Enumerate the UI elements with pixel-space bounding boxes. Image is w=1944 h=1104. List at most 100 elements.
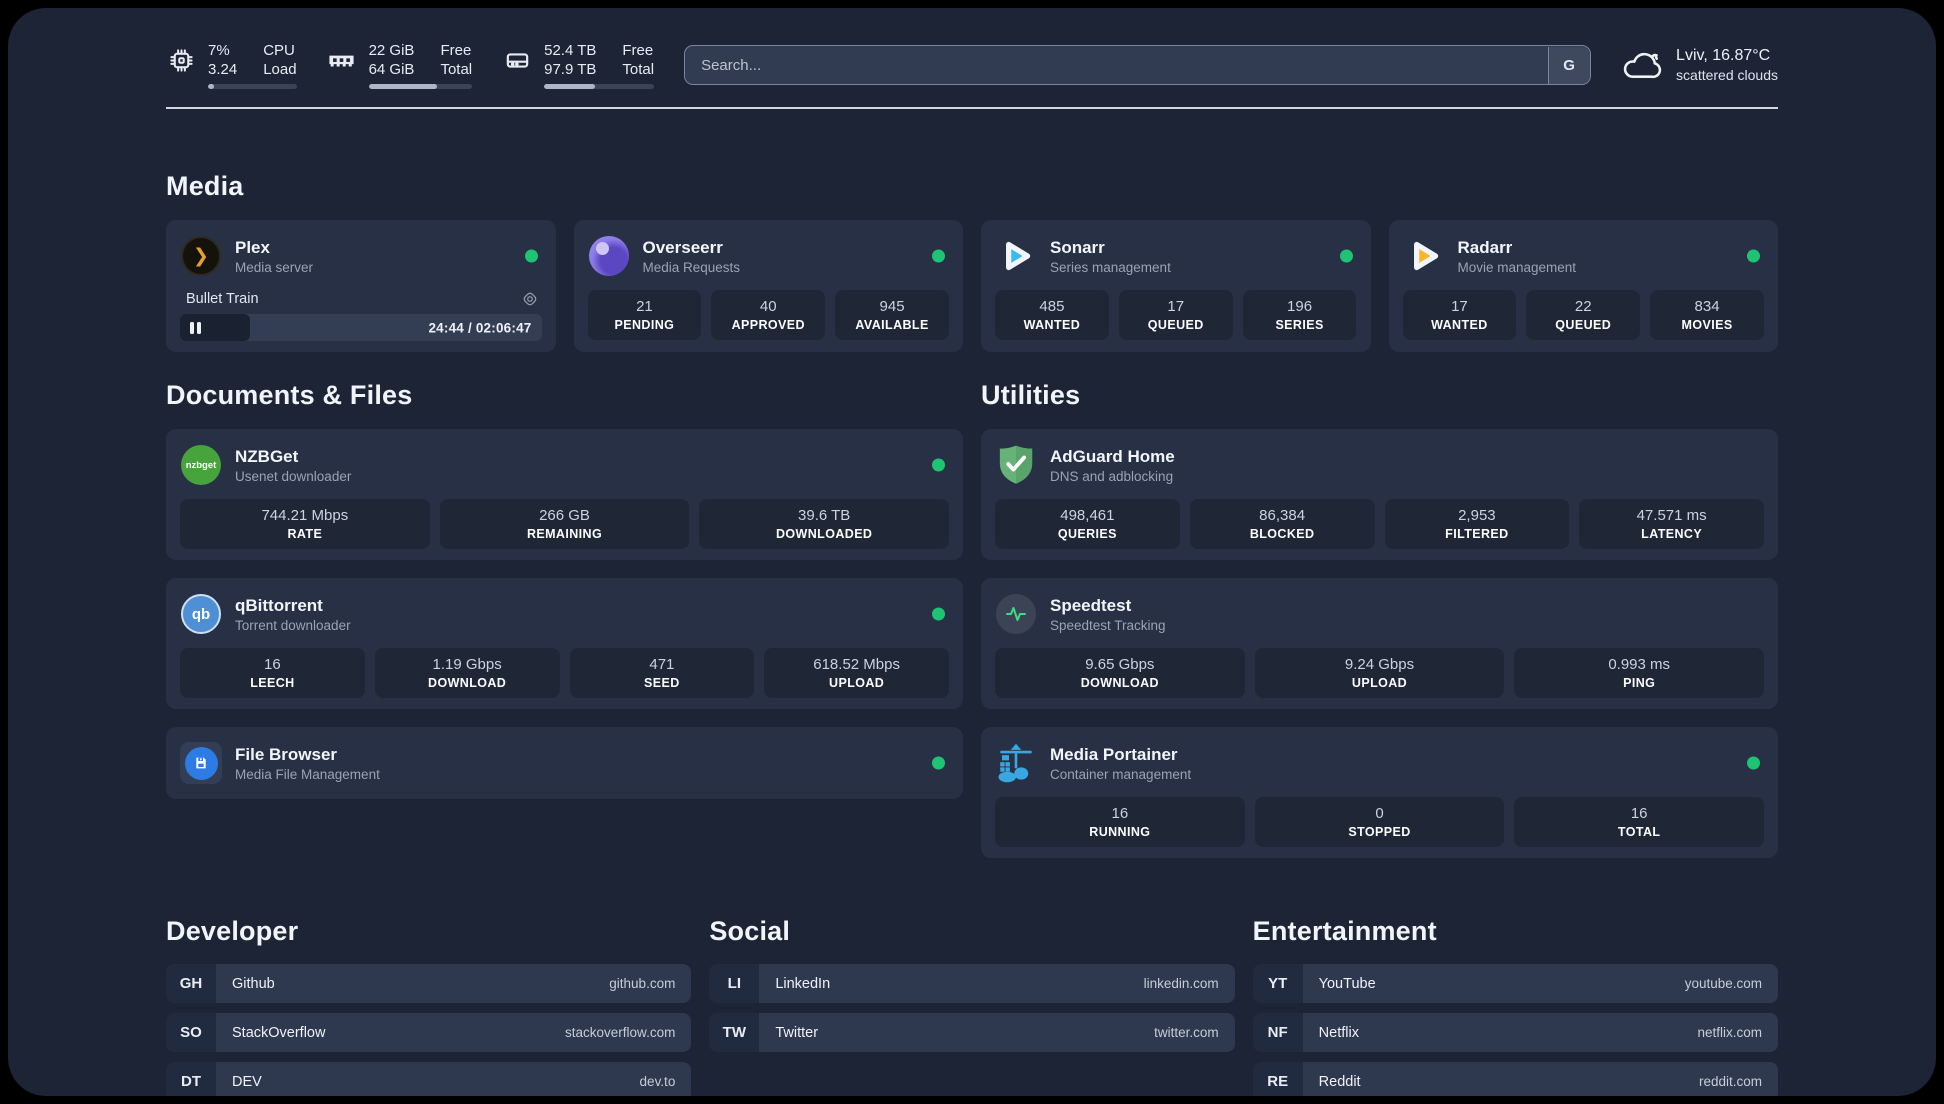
ram-free-label: Free: [440, 42, 472, 59]
app-card-nzbget[interactable]: nzbget NZBGet Usenet downloader 744.21 M…: [166, 429, 963, 560]
status-dot-online: [932, 756, 945, 770]
app-name: NZBGet: [235, 446, 299, 466]
weather-location-temp: Lviv, 16.87°C: [1676, 47, 1771, 64]
plex-now-playing: Bullet Train 24:44 / 02:06:47: [180, 289, 542, 341]
app-card-adguard[interactable]: AdGuard Home DNS and adblocking 498,461 Q…: [981, 429, 1778, 560]
disk-widget: 52.4 TB 97.9 TB Free Total: [502, 41, 655, 89]
bookmark-url: dev.to: [639, 1074, 676, 1089]
disk-total-label: Total: [622, 61, 655, 78]
ram-widget: 22 GiB 64 GiB Free Total: [327, 41, 473, 89]
stat-remaining: 266 GB REMAINING: [439, 499, 690, 549]
plex-icon: ❯: [180, 235, 222, 277]
app-name: Media Portainer: [1050, 744, 1178, 764]
app-name: Speedtest: [1050, 595, 1132, 615]
stat-upload: 618.52 Mbps UPLOAD: [764, 648, 949, 698]
bookmark-github[interactable]: GH Github github.com: [166, 964, 692, 1003]
weather-widget: Lviv, 16.87°C scattered clouds: [1621, 46, 1778, 84]
bookmark-twitter[interactable]: TW Twitter twitter.com: [709, 1013, 1235, 1052]
pause-icon[interactable]: [190, 321, 201, 334]
app-card-filebrowser[interactable]: File Browser Media File Management: [166, 727, 963, 799]
bookmark-abbr: LI: [709, 964, 760, 1003]
topbar: 7% 3.24 CPU Load 22 GiB 64 GiB Free Tota…: [166, 38, 1778, 92]
stat-series: 196 SERIES: [1242, 290, 1357, 340]
bookmark-name: DEV: [232, 1073, 262, 1090]
app-card-speedtest[interactable]: Speedtest Speedtest Tracking 9.65 Gbps DO…: [981, 578, 1778, 709]
disk-progress-bar: [544, 84, 655, 89]
app-card-sonarr[interactable]: Sonarr Series management 485 WANTED 17 QUE…: [981, 220, 1371, 352]
stat-download: 1.19 Gbps DOWNLOAD: [374, 648, 560, 698]
playback-progress-bar[interactable]: 24:44 / 02:06:47: [180, 314, 542, 341]
bookmark-dev[interactable]: DT DEV dev.to: [166, 1062, 692, 1096]
bookmark-abbr: NF: [1252, 1013, 1303, 1052]
app-desc: DNS and adblocking: [1050, 468, 1174, 484]
app-name: Overseerr: [642, 237, 723, 257]
bookmark-abbr: RE: [1252, 1062, 1303, 1096]
stat-available: 945 AVAILABLE: [835, 290, 949, 340]
header-divider: [166, 107, 1778, 109]
search-input[interactable]: [684, 45, 1592, 85]
ram-free-value: 22 GiB: [368, 42, 415, 59]
bookmark-netflix[interactable]: NF Netflix netflix.com: [1252, 1013, 1778, 1052]
app-card-overseerr[interactable]: Overseerr Media Requests 21 PENDING 40 APP…: [573, 220, 963, 352]
stat-stopped: 0 STOPPED: [1254, 797, 1505, 847]
bookmark-stackoverflow[interactable]: SO StackOverflow stackoverflow.com: [166, 1013, 692, 1052]
app-name: qBittorrent: [235, 595, 323, 615]
disk-free-value: 52.4 TB: [544, 42, 597, 59]
app-card-radarr[interactable]: Radarr Movie management 17 WANTED 22 QUEUE…: [1388, 220, 1778, 352]
nzbget-icon: nzbget: [180, 444, 222, 486]
bookmark-url: netflix.com: [1697, 1025, 1762, 1040]
sonarr-icon: [995, 235, 1037, 277]
bookmark-name: Twitter: [775, 1024, 819, 1041]
adguard-icon: [995, 444, 1037, 486]
stat-wanted: 485 WANTED: [995, 290, 1109, 340]
now-playing-title: Bullet Train: [186, 291, 259, 307]
qbittorrent-icon: qb: [180, 593, 222, 635]
bookmark-url: youtube.com: [1684, 976, 1762, 991]
bookmark-url: stackoverflow.com: [565, 1025, 676, 1040]
bookmarks-grid: Developer GH Github github.com SO StackOv…: [166, 916, 1778, 1096]
app-card-plex[interactable]: ❯ Plex Media server Bullet Train 24:44 /…: [166, 220, 556, 352]
stat-rate: 744.21 Mbps RATE: [180, 499, 430, 549]
cpu-usage-label: CPU: [263, 42, 295, 59]
screen-frame: 7% 3.24 CPU Load 22 GiB 64 GiB Free Tota…: [0, 0, 1944, 1104]
app-card-portainer[interactable]: Media Portainer Container management 16 R…: [981, 727, 1778, 858]
stat-movies: 834 MOVIES: [1650, 290, 1764, 340]
stat-latency: 47.571 ms LATENCY: [1579, 499, 1764, 549]
stat-total: 16 TOTAL: [1514, 797, 1765, 847]
developer-column: Developer GH Github github.com SO StackOv…: [166, 916, 692, 1096]
ram-progress-bar: [368, 84, 473, 89]
stat-running: 16 RUNNING: [995, 797, 1245, 847]
cpu-icon: [166, 45, 196, 75]
cpu-progress-bar: [208, 84, 297, 89]
disk-icon: [502, 45, 532, 75]
bookmark-name: StackOverflow: [232, 1024, 326, 1041]
app-card-qbittorrent[interactable]: qb qBittorrent Torrent downloader 16 LEEC…: [166, 578, 963, 709]
radarr-icon: [1403, 235, 1445, 277]
bookmark-youtube[interactable]: YT YouTube youtube.com: [1252, 964, 1778, 1003]
stat-pending: 21 PENDING: [587, 290, 702, 340]
bookmark-name: YouTube: [1318, 975, 1376, 992]
section-title-entertainment: Entertainment: [1252, 916, 1437, 946]
cpu-widget: 7% 3.24 CPU Load: [166, 41, 297, 89]
stat-upload: 9.24 Gbps UPLOAD: [1254, 648, 1505, 698]
stat-blocked: 86,384 BLOCKED: [1189, 499, 1375, 549]
stat-downloaded: 39.6 TB DOWNLOADED: [699, 499, 950, 549]
player-settings-icon[interactable]: [522, 291, 538, 307]
bookmark-reddit[interactable]: RE Reddit reddit.com: [1252, 1062, 1778, 1096]
disk-free-label: Free: [622, 42, 654, 59]
app-desc: Container management: [1050, 766, 1192, 782]
bookmark-abbr: GH: [166, 964, 216, 1003]
media-grid: ❯ Plex Media server Bullet Train 24:44 /…: [166, 220, 1778, 352]
section-title-media: Media: [166, 171, 244, 201]
app-desc: Series management: [1050, 259, 1171, 275]
filebrowser-icon: [180, 742, 222, 784]
speedtest-icon: [995, 593, 1037, 635]
cpu-load-value: 3.24: [208, 61, 238, 78]
app-name: AdGuard Home: [1050, 446, 1175, 466]
bookmark-linkedin[interactable]: LI LinkedIn linkedin.com: [709, 964, 1235, 1003]
stat-queries: 498,461 QUERIES: [995, 499, 1180, 549]
app-desc: Usenet downloader: [235, 468, 352, 484]
app-name: File Browser: [235, 744, 338, 764]
app-desc: Torrent downloader: [235, 617, 351, 633]
search-engine-button[interactable]: G: [1547, 46, 1590, 84]
